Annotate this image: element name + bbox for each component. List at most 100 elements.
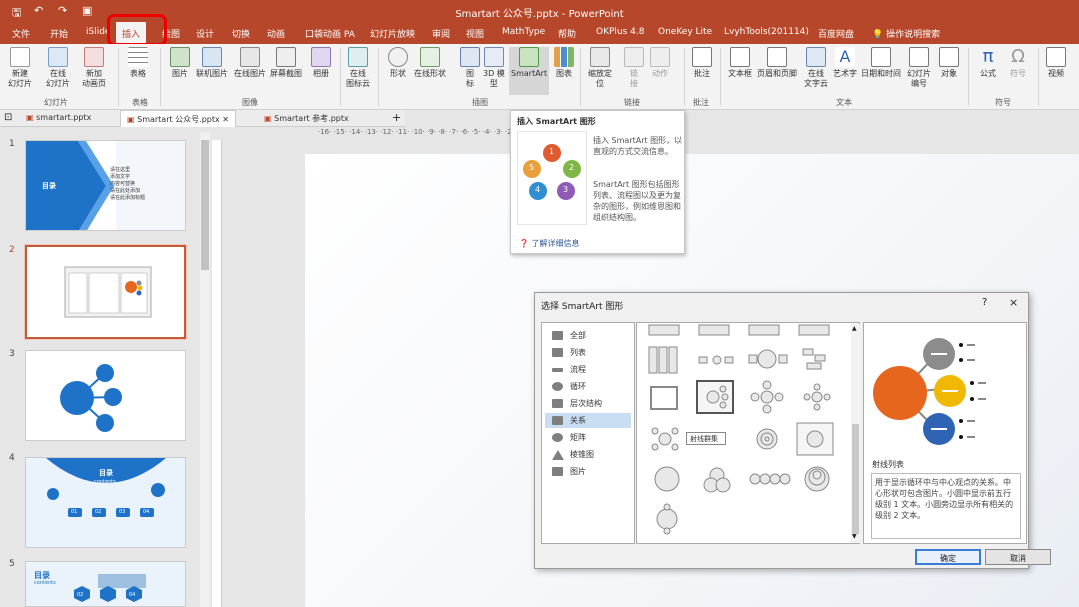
tab-mathtype[interactable]: MathType — [502, 27, 545, 37]
slide-thumb-4[interactable]: 目录 contents 01 02 03 04 — [25, 457, 186, 548]
ok-button[interactable]: 确定 — [915, 549, 981, 565]
learn-more-link[interactable]: ❓ 了解详细信息 — [519, 238, 580, 249]
equation-button[interactable]: π 公式 — [978, 47, 998, 79]
online-slide-button[interactable]: 在线 幻灯片 — [46, 47, 70, 89]
symbol-button[interactable]: Ω 符号 — [1008, 47, 1028, 79]
slide-4-badge: 01 — [71, 509, 78, 515]
web-pictures-button[interactable]: 在线图片 — [234, 47, 266, 79]
divider — [1038, 48, 1039, 106]
category-hierarchy[interactable]: 层次结构 — [545, 396, 631, 411]
tab-onekey[interactable]: OneKey Lite — [658, 27, 712, 37]
zoom-label: 缩放定 位 — [588, 69, 612, 88]
scroll-up-icon[interactable]: ▲ — [852, 325, 857, 332]
gallery-scrollbar[interactable] — [851, 324, 860, 543]
learn-more-label: 了解详细信息 — [531, 239, 580, 248]
category-cycle[interactable]: 循环 — [545, 379, 631, 394]
category-label: 图片 — [570, 467, 586, 476]
tab-okplus[interactable]: OKPlus 4.8 — [596, 27, 644, 37]
slide-2-art — [64, 266, 152, 318]
tabs-nav-icon[interactable]: ⊡ — [4, 112, 12, 123]
doc-tab-reference[interactable]: ▣ Smartart 参考.pptx — [258, 110, 355, 127]
word-cloud-button[interactable]: 在线 文字云 — [804, 47, 828, 89]
pictures-button[interactable]: 图片 — [170, 47, 190, 79]
video-button[interactable]: 视频 — [1046, 47, 1066, 79]
close-button[interactable]: × — [1009, 296, 1018, 309]
datetime-button[interactable]: 日期和时间 — [861, 47, 901, 79]
slide-thumb-3[interactable] — [25, 350, 186, 441]
doc-tab-public[interactable]: ▣ Smartart 公众号.pptx ✕ — [120, 110, 236, 127]
scroll-down-icon[interactable]: ▼ — [852, 533, 857, 540]
slide-5-badge: 02 — [77, 592, 84, 598]
category-pyramid[interactable]: 棱锥图 — [545, 447, 631, 462]
tab-view[interactable]: 视图 — [466, 27, 484, 40]
textbox-button[interactable]: 文本框 — [728, 47, 752, 79]
tab-transitions[interactable]: 切换 — [232, 27, 250, 40]
zoom-button[interactable]: 缩放定 位 — [588, 47, 612, 89]
slide-1-list: 请在这里 添加文字 内容可替换 请在此处添加 请在此添加标题 — [110, 167, 145, 202]
tab-slideshow[interactable]: 幻灯片放映 — [370, 27, 415, 40]
new-slide-button[interactable]: 新建 幻灯片 — [8, 47, 32, 89]
slide-number-button[interactable]: 幻灯片 编号 — [907, 47, 931, 89]
album-button[interactable]: 相册 — [311, 47, 331, 79]
tell-me-search[interactable]: 💡 操作说明搜索 — [872, 27, 940, 40]
online-shapes-button[interactable]: 在线形状 — [414, 47, 446, 79]
category-relationship[interactable]: 关系 — [545, 413, 631, 428]
slide-number: 2 — [9, 245, 15, 255]
category-picture[interactable]: 图片 — [545, 464, 631, 479]
divider — [684, 48, 685, 106]
icons-button[interactable]: 图 标 — [460, 47, 480, 89]
tab-design[interactable]: 设计 — [196, 27, 214, 40]
smartart-label: SmartArt — [511, 69, 548, 78]
category-all[interactable]: 全部 — [545, 328, 631, 343]
online-picture-icon — [202, 47, 222, 67]
word-cloud-icon — [806, 47, 826, 67]
new-tab-icon[interactable]: + — [392, 111, 401, 124]
thumbnail-scrollbar[interactable] — [200, 132, 210, 607]
slide-thumb-2[interactable] — [25, 245, 186, 339]
action-button[interactable]: 动作 — [650, 47, 670, 79]
3d-models-button[interactable]: 3D 模 型 — [483, 47, 505, 89]
scrollbar-thumb[interactable] — [201, 140, 209, 270]
tab-home[interactable]: 开始 — [50, 27, 68, 40]
online-pictures-button[interactable]: 联机图片 — [196, 47, 228, 79]
slide-thumb-5[interactable]: 目录 contents 02 04 — [25, 561, 186, 607]
tab-review[interactable]: 审阅 — [432, 27, 450, 40]
category-matrix[interactable]: 矩阵 — [545, 430, 631, 445]
relationship-icon — [552, 416, 563, 425]
tell-me-label: 操作说明搜索 — [886, 30, 941, 40]
tab-pocket-animation[interactable]: 口袋动画 PA — [305, 27, 355, 40]
divider — [580, 48, 581, 106]
shapes-icon — [388, 47, 408, 67]
icon-cloud-button[interactable]: 在线 图标云 — [346, 47, 370, 89]
help-button[interactable]: ? — [982, 297, 987, 308]
tab-file[interactable]: 文件 — [12, 27, 30, 40]
category-list-type[interactable]: 列表 — [545, 345, 631, 360]
preview-description: 用于显示循环中与中心观点的关系。中心形状可包含图片。小圆中显示前五行级别 1 文… — [871, 473, 1021, 539]
table-button[interactable]: 表格 — [128, 47, 148, 79]
category-process[interactable]: 流程 — [545, 362, 631, 377]
scrollbar-thumb[interactable] — [852, 424, 859, 534]
wordart-button[interactable]: A 艺术字 — [833, 47, 857, 79]
object-button[interactable]: 对象 — [939, 47, 959, 79]
screenshot-button[interactable]: 屏幕截图 — [270, 47, 302, 79]
tab-lvyhtools[interactable]: LvyhTools(201114) — [724, 27, 809, 37]
anim-page-icon — [84, 47, 104, 67]
slide-thumb-1[interactable]: 目录 请在这里 添加文字 内容可替换 请在此处添加 请在此添加标题 — [25, 140, 186, 231]
close-tab-icon[interactable]: ✕ — [222, 115, 229, 124]
doc-tab-smartart[interactable]: ▣ smartart.pptx — [20, 110, 97, 127]
tab-baidu[interactable]: 百度网盘 — [818, 27, 854, 40]
header-footer-button[interactable]: 页眉和页脚 — [757, 47, 797, 79]
tab-animations[interactable]: 动画 — [267, 27, 285, 40]
slide-4-subtitle: contents — [94, 479, 116, 485]
chart-button[interactable]: 图表 — [554, 47, 574, 79]
link-button[interactable]: 链 接 — [624, 47, 644, 89]
shapes-button[interactable]: 形状 — [388, 47, 408, 79]
insert-tab-highlight — [107, 14, 167, 46]
comment-button[interactable]: 批注 — [692, 47, 712, 79]
cancel-button[interactable]: 取消 — [985, 549, 1051, 565]
divider — [340, 48, 341, 106]
new-anim-page-button[interactable]: 新加 动画页 — [82, 47, 106, 89]
smartart-button[interactable]: SmartArt — [509, 47, 550, 95]
group-illustrations: 插图 — [472, 98, 488, 107]
tab-help[interactable]: 帮助 — [558, 27, 576, 40]
